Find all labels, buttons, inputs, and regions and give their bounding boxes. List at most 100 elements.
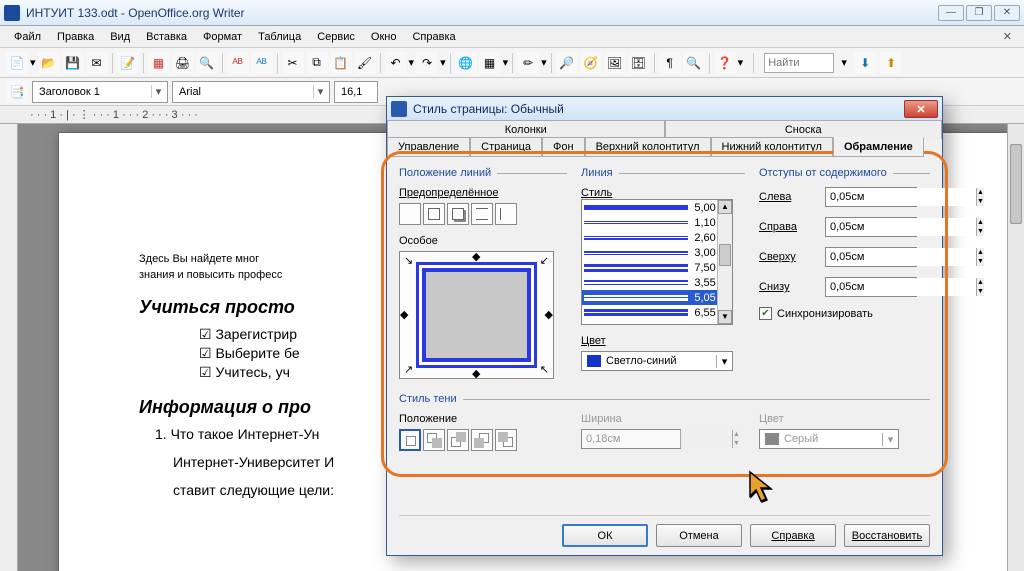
drawing-icon[interactable]: ✏ (517, 52, 539, 74)
indent-left-field[interactable]: ▲▼ (825, 187, 917, 207)
table-icon[interactable]: ▦ (479, 52, 501, 74)
label-predefined: Предопределённое (399, 187, 498, 199)
indent-top-field[interactable]: ▲▼ (825, 247, 917, 267)
line-style-list[interactable]: 5,00 pt 1,10 pt 2,60 pt 3,00 pt 7,50 pt … (581, 199, 733, 325)
find-icon[interactable]: 🔎 (556, 52, 578, 74)
line-color-combo[interactable]: Светло-синий ▾ (581, 351, 733, 371)
open-icon[interactable]: 📂 (38, 52, 60, 74)
shadow-tl[interactable] (495, 429, 517, 451)
label-bottom: Снизу (759, 281, 819, 293)
help-icon[interactable]: ❓ (714, 52, 736, 74)
shadow-color-combo: Серый ▾ (759, 429, 899, 449)
mail-icon[interactable]: ✉ (86, 52, 108, 74)
undo-icon[interactable]: ↶ (385, 52, 407, 74)
menu-file[interactable]: Файл (6, 29, 49, 45)
dialog-close-button[interactable]: ✕ (904, 100, 938, 118)
page-style-dialog: Стиль страницы: Обычный ✕ Колонки Сноска… (386, 96, 943, 556)
tab-borders[interactable]: Обрамление (833, 137, 924, 157)
cancel-button[interactable]: Отмена (656, 524, 742, 547)
preset-box[interactable] (423, 203, 445, 225)
menu-window[interactable]: Окно (363, 29, 405, 45)
paste-icon[interactable]: 📋 (330, 52, 352, 74)
nonprint-icon[interactable]: ¶ (659, 52, 681, 74)
menu-view[interactable]: Вид (102, 29, 138, 45)
restore-button[interactable]: ❐ (966, 5, 992, 21)
new-doc-icon[interactable]: 📄 (6, 52, 28, 74)
indent-right-field[interactable]: ▲▼ (825, 217, 917, 237)
paragraph-style-combo[interactable]: Заголовок 1▾ (32, 81, 168, 103)
preview-icon[interactable]: 🔍 (196, 52, 218, 74)
vertical-ruler[interactable] (0, 124, 18, 571)
menu-table[interactable]: Таблица (250, 29, 309, 45)
shadow-width-field: ▲▼ (581, 429, 681, 449)
preset-top-bottom[interactable] (471, 203, 493, 225)
standard-toolbar: 📄 ▾ 📂 💾 ✉ 📝 ▦ 🖨 🔍 ᴬᴮ ᴬᴮ ✂ ⧉ 📋 🖌 ↶▾ ↷▾ 🌐 … (0, 48, 1024, 78)
label-top: Сверху (759, 251, 819, 263)
tab-background[interactable]: Фон (542, 137, 585, 157)
tab-footer[interactable]: Нижний колонтитул (711, 137, 833, 157)
app-icon (4, 5, 20, 21)
indent-bottom-field[interactable]: ▲▼ (825, 277, 917, 297)
zoom-icon[interactable]: 🔍 (683, 52, 705, 74)
synchronize-checkbox[interactable]: ✔Синхронизировать (759, 307, 930, 320)
vertical-scrollbar[interactable] (1007, 124, 1024, 571)
label-shadow-position: Положение (399, 413, 457, 425)
autospell-icon[interactable]: ᴬᴮ (251, 52, 273, 74)
menu-tools[interactable]: Сервис (309, 29, 363, 45)
menu-help[interactable]: Справка (404, 29, 463, 45)
dialog-icon (391, 101, 407, 117)
cut-icon[interactable]: ✂ (282, 52, 304, 74)
menu-insert[interactable]: Вставка (138, 29, 195, 45)
search-down-icon[interactable]: ⬇ (854, 52, 876, 74)
print-icon[interactable]: 🖨 (172, 52, 194, 74)
brush-icon[interactable]: 🖌 (354, 52, 376, 74)
styles-icon[interactable]: 📑 (6, 81, 28, 103)
doc-close-icon[interactable]: ✕ (997, 30, 1018, 43)
tab-header[interactable]: Верхний колонтитул (585, 137, 711, 157)
edit-icon[interactable]: 📝 (117, 52, 139, 74)
search-input[interactable] (764, 53, 834, 73)
copy-icon[interactable]: ⧉ (306, 52, 328, 74)
shadow-tr[interactable] (447, 429, 469, 451)
gallery-icon[interactable]: 🖼 (604, 52, 626, 74)
group-line-arrangement: Положение линий (399, 167, 567, 179)
label-color: Цвет (581, 335, 606, 347)
redo-icon[interactable]: ↷ (416, 52, 438, 74)
label-right: Справа (759, 221, 819, 233)
menubar: Файл Правка Вид Вставка Формат Таблица С… (0, 26, 1024, 48)
help-button[interactable]: Справка (750, 524, 836, 547)
preset-left[interactable] (495, 203, 517, 225)
pdf-icon[interactable]: ▦ (148, 52, 170, 74)
ok-button[interactable]: ОК (562, 524, 648, 547)
font-size-combo[interactable]: 16,1 (334, 81, 378, 103)
label-special: Особое (399, 235, 438, 247)
group-shadow: Стиль тени (399, 393, 930, 405)
style-list-scrollbar[interactable]: ▲▼ (717, 200, 732, 324)
spellcheck-icon[interactable]: ᴬᴮ (227, 52, 249, 74)
dialog-titlebar[interactable]: Стиль страницы: Обычный ✕ (387, 97, 942, 121)
dialog-title: Стиль страницы: Обычный (413, 102, 904, 116)
link-icon[interactable]: 🌐 (455, 52, 477, 74)
save-icon[interactable]: 💾 (62, 52, 84, 74)
font-name-combo[interactable]: Arial▾ (172, 81, 330, 103)
minimize-button[interactable]: — (938, 5, 964, 21)
reset-button[interactable]: Восстановить (844, 524, 930, 547)
group-indents: Отступы от содержимого (759, 167, 930, 179)
navigator-icon[interactable]: 🧭 (580, 52, 602, 74)
label-shadow-color: Цвет (759, 413, 784, 425)
menu-edit[interactable]: Правка (49, 29, 102, 45)
menu-format[interactable]: Формат (195, 29, 250, 45)
shadow-none[interactable] (399, 429, 421, 451)
titlebar: ИНТУИТ 133.odt - OpenOffice.org Writer —… (0, 0, 1024, 26)
label-style: Стиль (581, 187, 612, 199)
preset-none[interactable] (399, 203, 421, 225)
close-button[interactable]: ✕ (994, 5, 1020, 21)
search-up-icon[interactable]: ⬆ (880, 52, 902, 74)
tab-organizer[interactable]: Управление (387, 137, 470, 157)
datasource-icon[interactable]: 🗄 (628, 52, 650, 74)
shadow-br[interactable] (423, 429, 445, 451)
tab-page[interactable]: Страница (470, 137, 542, 157)
shadow-bl[interactable] (471, 429, 493, 451)
border-preview[interactable]: ↘ ↙ ↗ ↖ ◆ ◆ ◆ ◆ (399, 251, 554, 379)
preset-shadow[interactable] (447, 203, 469, 225)
